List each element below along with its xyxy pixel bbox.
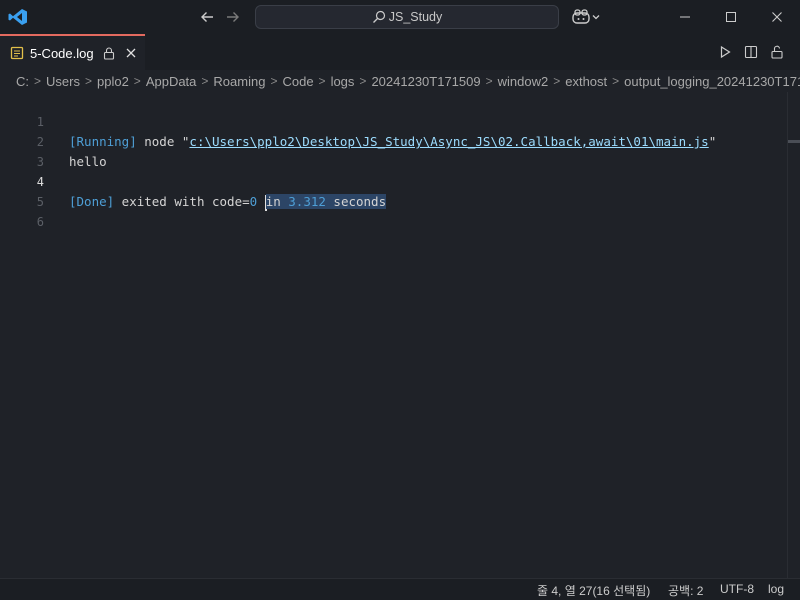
line-number: 6	[36, 215, 44, 229]
status-bar: 줄 4, 열 27(16 선택됨) 공백: 2 UTF-8 log	[0, 578, 800, 600]
code-line: 6	[0, 192, 787, 229]
chevron-right-icon: >	[612, 74, 620, 88]
log-file-icon	[10, 46, 24, 60]
run-button[interactable]	[712, 39, 738, 65]
arrow-right-icon[interactable]	[224, 8, 242, 26]
run-icon	[720, 45, 731, 59]
editor-actions	[712, 34, 800, 70]
scrollbar-cursor-marker	[788, 140, 800, 143]
chevron-right-icon: >	[318, 74, 326, 88]
vscode-logo-icon	[8, 9, 27, 25]
tab-5-code-log[interactable]: 5-Code.log	[0, 34, 145, 70]
maximize-button[interactable]	[708, 0, 754, 34]
unlock-button[interactable]	[764, 39, 790, 65]
indentation[interactable]: 공백: 2	[668, 582, 703, 599]
breadcrumb-item[interactable]: Users	[46, 74, 80, 89]
breadcrumb-item[interactable]: pplo2	[97, 74, 129, 89]
unlock-icon	[771, 45, 783, 59]
chevron-right-icon: >	[553, 74, 561, 88]
chevron-right-icon: >	[359, 74, 367, 88]
search-icon	[372, 10, 385, 23]
split-editor-button[interactable]	[738, 39, 764, 65]
chevron-right-icon: >	[270, 74, 278, 88]
encoding[interactable]: UTF-8	[720, 582, 754, 596]
breadcrumb-item[interactable]: Code	[282, 74, 313, 89]
minimize-button[interactable]	[662, 0, 708, 34]
chevron-down-icon	[592, 15, 600, 20]
chevron-right-icon: >	[34, 74, 42, 88]
command-center-search[interactable]: JS_Study	[255, 5, 559, 29]
code-line: 5	[0, 172, 787, 209]
copilot-menu[interactable]	[571, 8, 605, 26]
vertical-scrollbar[interactable]	[787, 92, 800, 578]
command-center-label: JS_Study	[388, 10, 443, 24]
tab-close-icon[interactable]	[125, 47, 137, 59]
title-bar: JS_Study	[0, 0, 800, 34]
breadcrumb-item[interactable]: exthost	[565, 74, 607, 89]
breadcrumb-item[interactable]: C:	[16, 74, 29, 89]
chevron-right-icon: >	[485, 74, 493, 88]
split-editor-icon	[744, 45, 758, 59]
lock-icon	[103, 46, 114, 60]
breadcrumb-item[interactable]: logs	[331, 74, 355, 89]
tab-bar: 5-Code.log	[0, 34, 800, 70]
code-line-active: 4 [Done] exited with code=0 in 3.312 sec…	[0, 152, 787, 211]
breadcrumb-item[interactable]: AppData	[146, 74, 197, 89]
code-line: 1 [Running] node "c:\Users\pplo2\Desktop…	[0, 92, 787, 149]
language-mode[interactable]: log	[768, 582, 784, 596]
copilot-icon	[572, 9, 590, 24]
close-window-button[interactable]	[754, 0, 800, 34]
editor-text-area[interactable]: 1 [Running] node "c:\Users\pplo2\Desktop…	[0, 92, 787, 578]
cursor-position[interactable]: 줄 4, 열 27(16 선택됨)	[537, 582, 650, 599]
tab-label: 5-Code.log	[30, 45, 94, 61]
breadcrumb: C: > Users > pplo2 > AppData > Roaming > Code…	[0, 70, 800, 92]
code-line: 2 hello	[0, 112, 787, 169]
breadcrumb-item[interactable]: output_logging_20241230T171653	[624, 74, 800, 89]
maximize-icon	[726, 12, 736, 22]
breadcrumb-item[interactable]: Roaming	[213, 74, 265, 89]
chevron-right-icon: >	[84, 74, 92, 88]
chevron-right-icon: >	[201, 74, 209, 88]
chevron-right-icon: >	[133, 74, 141, 88]
minimize-icon	[680, 16, 690, 18]
breadcrumb-item[interactable]: window2	[498, 74, 549, 89]
code-line: 3	[0, 132, 787, 169]
close-icon	[772, 12, 782, 22]
breadcrumb-item[interactable]: 20241230T171509	[371, 74, 480, 89]
arrow-left-icon[interactable]	[198, 8, 216, 26]
